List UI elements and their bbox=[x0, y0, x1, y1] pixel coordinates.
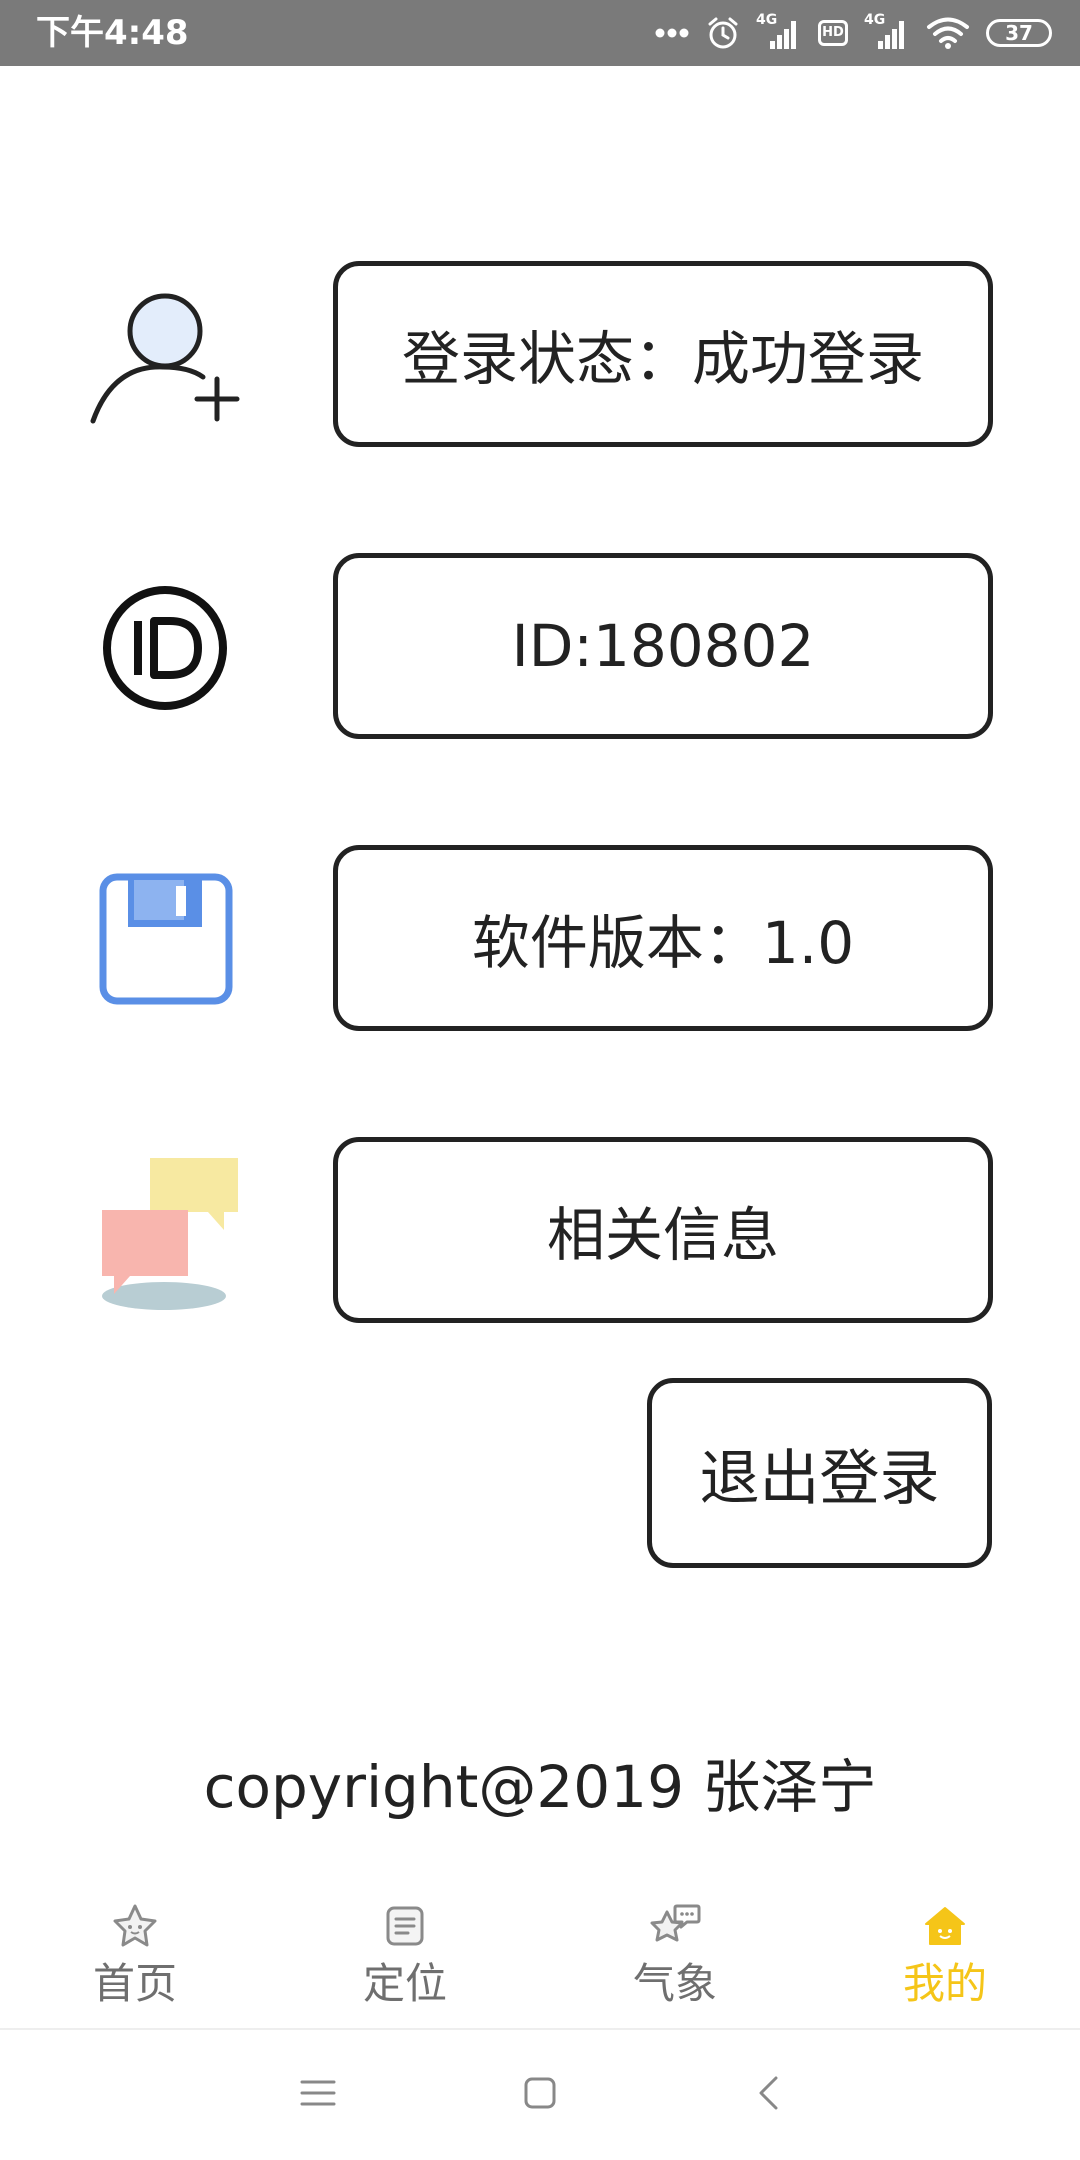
chat-bubbles-icon bbox=[100, 1158, 242, 1314]
menu-icon bbox=[300, 2078, 336, 2112]
home-nav-button[interactable] bbox=[500, 2060, 580, 2130]
tab-home-label: 首页 bbox=[92, 1959, 177, 2008]
add-user-icon bbox=[85, 283, 245, 428]
tab-mine-label: 我的 bbox=[902, 1959, 987, 2008]
alarm-icon bbox=[706, 16, 740, 50]
floppy-disk-icon bbox=[98, 872, 234, 1006]
tab-mine[interactable]: 我的 bbox=[810, 1886, 1080, 2028]
version-text: 软件版本：1.0 bbox=[471, 909, 855, 977]
wifi-icon bbox=[926, 16, 970, 50]
version-box: 软件版本：1.0 bbox=[333, 845, 993, 1031]
bottom-tab-bar: 首页 定位 气象 我的 bbox=[0, 1886, 1080, 2028]
login-status-box: 登录状态：成功登录 bbox=[333, 261, 993, 447]
id-icon bbox=[100, 583, 230, 713]
menu-button[interactable] bbox=[278, 2060, 358, 2130]
logout-label: 退出登录 bbox=[699, 1443, 940, 1514]
system-nav-bar bbox=[0, 2030, 1080, 2160]
about-text: 相关信息 bbox=[546, 1201, 779, 1269]
status-icons: 4G HD 4G 37 bbox=[654, 0, 1052, 66]
star-face-icon bbox=[111, 1900, 159, 1952]
signal-4g-icon: 4G bbox=[756, 13, 802, 53]
copyright-text: copyright@2019 张泽宁 bbox=[203, 1753, 877, 1821]
status-time: 下午4:48 bbox=[36, 13, 189, 53]
tab-location[interactable]: 定位 bbox=[270, 1886, 540, 2028]
login-status-text: 登录状态：成功登录 bbox=[401, 325, 924, 393]
tab-home[interactable]: 首页 bbox=[0, 1886, 270, 2028]
tab-weather-label: 气象 bbox=[632, 1959, 717, 2008]
user-id-text: ID:180802 bbox=[511, 612, 815, 680]
more-dots-icon bbox=[654, 27, 690, 39]
home-icon bbox=[923, 1900, 967, 1952]
battery-icon: 37 bbox=[986, 19, 1052, 47]
about-box[interactable]: 相关信息 bbox=[333, 1137, 993, 1323]
hd-icon: HD bbox=[818, 20, 848, 46]
document-icon bbox=[385, 1900, 425, 1952]
logout-button[interactable]: 退出登录 bbox=[647, 1378, 992, 1568]
home-square-icon bbox=[523, 2076, 557, 2114]
back-icon bbox=[756, 2075, 780, 2115]
user-id-box: ID:180802 bbox=[333, 553, 993, 739]
chat-star-icon bbox=[649, 1900, 701, 1952]
tab-location-label: 定位 bbox=[362, 1959, 447, 2008]
status-bar: 下午4:48 4G HD 4G 37 bbox=[0, 0, 1080, 66]
tab-weather[interactable]: 气象 bbox=[540, 1886, 810, 2028]
back-button[interactable] bbox=[728, 2060, 808, 2130]
battery-level: 37 bbox=[1005, 21, 1033, 45]
hd-label: HD bbox=[822, 25, 844, 40]
signal-4g-icon-2: 4G bbox=[864, 13, 910, 53]
